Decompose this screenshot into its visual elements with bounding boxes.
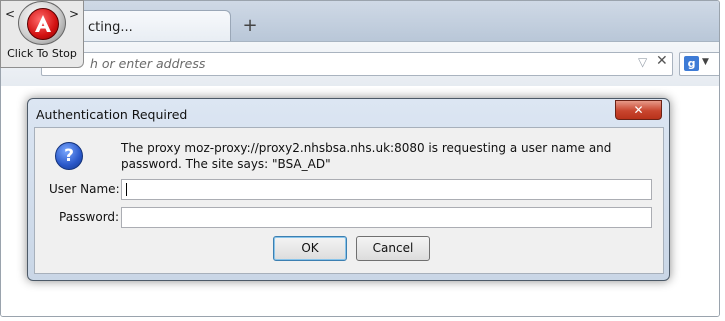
close-button[interactable]: ✕: [615, 100, 662, 120]
click-to-stop-label: Click To Stop: [7, 47, 77, 60]
address-bar[interactable]: h or enter address ▽ ✕: [41, 52, 673, 76]
tab-connecting[interactable]: cting...: [61, 10, 231, 42]
tab-label: cting...: [88, 20, 133, 35]
password-field[interactable]: [121, 207, 652, 228]
google-search-icon[interactable]: g: [684, 56, 699, 71]
dialog-body: ? The proxy moz-proxy://proxy2.nhsbsa.nh…: [34, 127, 664, 274]
address-placeholder: h or enter address: [90, 56, 206, 71]
right-arrow-icon: >: [69, 7, 80, 21]
tab-strip: cting... +: [1, 1, 719, 42]
navigation-bar: h or enter address ▽ ✕ g ▼: [1, 41, 719, 87]
ok-button[interactable]: OK: [273, 236, 347, 261]
history-dropdown-icon[interactable]: ▽: [638, 55, 647, 69]
username-field[interactable]: [121, 179, 652, 200]
stop-logo-icon: [27, 8, 59, 40]
password-label: Password:: [59, 210, 120, 224]
new-tab-button[interactable]: +: [239, 15, 261, 36]
left-arrow-icon: <: [5, 7, 16, 21]
click-to-stop-widget[interactable]: < > Click To Stop: [0, 0, 84, 68]
auth-message: The proxy moz-proxy://proxy2.nhsbsa.nhs.…: [121, 141, 612, 171]
stop-button[interactable]: [18, 1, 66, 45]
question-icon: ?: [55, 142, 83, 170]
stop-loading-icon[interactable]: ✕: [656, 53, 668, 69]
username-label: User Name:: [49, 182, 120, 196]
chevron-down-icon[interactable]: ▼: [702, 57, 709, 67]
search-box[interactable]: g ▼: [679, 52, 719, 76]
authentication-dialog: Authentication Required ✕ ? The proxy mo…: [27, 98, 670, 281]
close-icon: ✕: [633, 103, 644, 117]
cancel-button[interactable]: Cancel: [356, 236, 430, 261]
dialog-title: Authentication Required: [36, 107, 188, 122]
text-caret: [126, 183, 127, 196]
